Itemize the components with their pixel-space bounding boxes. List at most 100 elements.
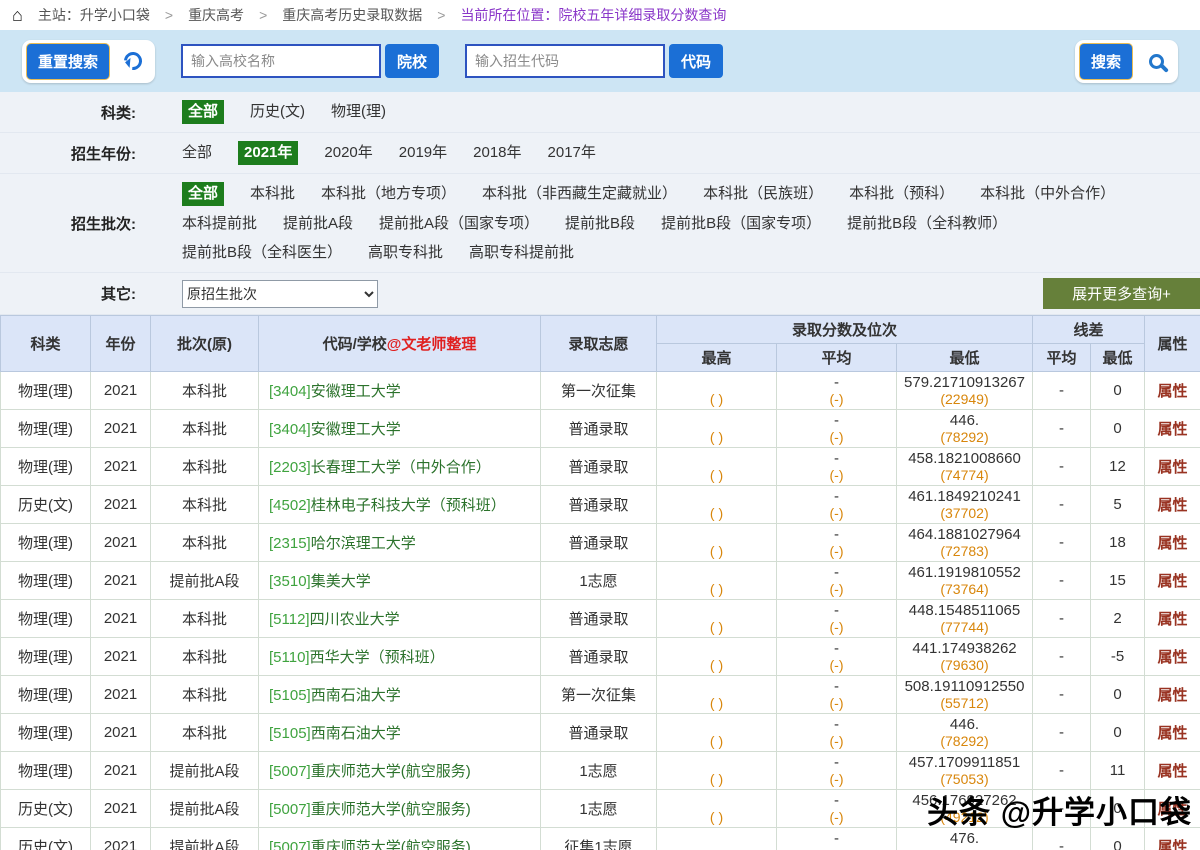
code-search-button[interactable]: 代码 (669, 44, 723, 78)
low-score-cell: 508.19110912550(55712) (897, 676, 1033, 714)
school-link[interactable]: [4502]桂林电子科技大学（预科班） (269, 497, 506, 514)
table-row: 物理(理)2021提前批A段[5007]重庆师范大学(航空服务)1志愿 ( )-… (1, 752, 1200, 790)
high-score-cell: ( ) (657, 828, 777, 850)
table-row: 物理(理)2021本科批[2315]哈尔滨理工大学普通录取 ( )-(-)464… (1, 524, 1200, 562)
filter-option[interactable]: 本科批（民族班） (703, 183, 823, 205)
filter-label-other: 其它: (0, 283, 150, 304)
filter-option[interactable]: 物理(理) (331, 101, 386, 123)
school-link[interactable]: [5112]四川农业大学 (269, 611, 400, 628)
diff-avg-cell: - (1033, 486, 1091, 524)
filter-option[interactable]: 2018年 (473, 142, 521, 164)
filter-option[interactable]: 全部 (182, 182, 224, 206)
original-batch-select[interactable]: 原招生批次 (182, 280, 378, 308)
filter-option[interactable]: 2017年 (548, 142, 596, 164)
home-icon[interactable]: ⌂ (12, 5, 23, 26)
attr-link[interactable]: 属性 (1145, 486, 1200, 524)
breadcrumb-current-location: 当前所在位置：院校五年详细录取分数查询 (460, 5, 726, 25)
col-avg: 平均 (777, 344, 897, 372)
attr-link[interactable]: 属性 (1145, 410, 1200, 448)
school-cell: [3404]安徽理工大学 (259, 410, 541, 448)
attr-link[interactable]: 属性 (1145, 714, 1200, 752)
magnifier-icon[interactable] (1138, 44, 1174, 78)
school-code: [5105] (269, 687, 311, 704)
wish-cell: 普通录取 (541, 714, 657, 752)
wish-cell: 普通录取 (541, 600, 657, 638)
filter-option[interactable]: 提前批B段 (565, 213, 635, 235)
school-name-input[interactable] (181, 44, 381, 78)
filter-option[interactable]: 本科批（非西藏生定藏就业） (482, 183, 677, 205)
school-link[interactable]: [3404]安徽理工大学 (269, 383, 401, 400)
batch-cell: 本科批 (151, 676, 259, 714)
breadcrumb-item-gaokao[interactable]: 重庆高考 (188, 5, 244, 25)
school-link[interactable]: [5007]重庆师范大学(航空服务) (269, 839, 471, 850)
filter-option[interactable]: 本科批 (250, 183, 295, 205)
subject-cell: 物理(理) (1, 714, 91, 752)
filter-options-batch: 全部 本科批 本科批（地方专项） 本科批（非西藏生定藏就业） 本科批（民族班） 本科批（预… (150, 174, 1200, 272)
attr-link[interactable]: 属性 (1145, 562, 1200, 600)
filter-option[interactable]: 提前批B段（国家专项） (661, 213, 821, 235)
school-link[interactable]: [2203]长春理工大学（中外合作） (269, 459, 491, 476)
school-code: [5110] (269, 649, 310, 666)
col-high: 最高 (657, 344, 777, 372)
avg-score-cell: -(-) (777, 828, 897, 850)
search-button[interactable]: 搜索 (1079, 43, 1133, 80)
attr-link[interactable]: 属性 (1145, 372, 1200, 410)
filter-option[interactable]: 本科批（中外合作） (980, 183, 1115, 205)
filter-option[interactable]: 高职专科批 (368, 242, 443, 264)
attr-link[interactable]: 属性 (1145, 638, 1200, 676)
expand-more-button[interactable]: 展开更多查询+ (1043, 278, 1200, 309)
school-link[interactable]: [5105]西南石油大学 (269, 725, 401, 742)
diff-avg-cell: - (1033, 410, 1091, 448)
filter-option[interactable]: 2020年 (324, 142, 372, 164)
filter-option[interactable]: 高职专科提前批 (469, 242, 574, 264)
diff-avg-cell: - (1033, 524, 1091, 562)
filter-option[interactable]: 全部 (182, 100, 224, 124)
filter-option[interactable]: 历史(文) (250, 101, 305, 123)
year-cell: 2021 (91, 410, 151, 448)
school-link[interactable]: [2315]哈尔滨理工大学 (269, 535, 416, 552)
attr-link[interactable]: 属性 (1145, 448, 1200, 486)
wish-cell: 1志愿 (541, 562, 657, 600)
table-row: 历史(文)2021本科批[4502]桂林电子科技大学（预科班）普通录取 ( )-… (1, 486, 1200, 524)
school-link[interactable]: [5110]西华大学（预科班） (269, 649, 445, 666)
refresh-icon[interactable] (115, 44, 151, 78)
school-link[interactable]: [3404]安徽理工大学 (269, 421, 401, 438)
filter-option[interactable]: 提前批B段（全科教师） (847, 213, 1007, 235)
filter-option[interactable]: 提前批A段 (283, 213, 353, 235)
school-link[interactable]: [5105]西南石油大学 (269, 687, 401, 704)
attr-link[interactable]: 属性 (1145, 524, 1200, 562)
filter-option[interactable]: 全部 (182, 142, 212, 164)
high-score-cell: ( ) (657, 600, 777, 638)
breadcrumb-item-main[interactable]: 主站：升学小口袋 (38, 5, 150, 25)
batch-cell: 本科批 (151, 600, 259, 638)
school-search-button[interactable]: 院校 (385, 44, 439, 78)
school-code: [5007] (269, 763, 311, 780)
filter-option[interactable]: 本科提前批 (182, 213, 257, 235)
diff-low-cell: 15 (1091, 562, 1145, 600)
school-link[interactable]: [5007]重庆师范大学(航空服务) (269, 763, 471, 780)
diff-low-cell: 11 (1091, 752, 1145, 790)
attr-link[interactable]: 属性 (1145, 676, 1200, 714)
filter-option[interactable]: 本科批（地方专项） (321, 183, 456, 205)
breadcrumb-item-history-data[interactable]: 重庆高考历史录取数据 (282, 5, 422, 25)
filter-option[interactable]: 2021年 (238, 141, 298, 165)
school-link[interactable]: [5007]重庆师范大学(航空服务) (269, 801, 471, 818)
admission-code-input[interactable] (465, 44, 665, 78)
diff-low-cell: 0 (1091, 676, 1145, 714)
attr-link[interactable]: 属性 (1145, 600, 1200, 638)
reset-search-button[interactable]: 重置搜索 (26, 43, 110, 80)
low-score-cell: 461.1849210241(37702) (897, 486, 1033, 524)
col-wish: 录取志愿 (541, 316, 657, 372)
filter-option[interactable]: 提前批A段（国家专项） (379, 213, 539, 235)
subject-cell: 历史(文) (1, 828, 91, 850)
filter-label-subject: 科类: (0, 102, 150, 123)
wish-cell: 普通录取 (541, 638, 657, 676)
filter-option[interactable]: 本科批（预科） (849, 183, 954, 205)
batch-cell: 本科批 (151, 638, 259, 676)
attr-link[interactable]: 属性 (1145, 752, 1200, 790)
filter-option[interactable]: 提前批B段（全科医生） (182, 242, 342, 264)
avg-score-cell: -(-) (777, 410, 897, 448)
school-link[interactable]: [3510]集美大学 (269, 573, 371, 590)
subject-cell: 物理(理) (1, 524, 91, 562)
filter-option[interactable]: 2019年 (399, 142, 447, 164)
